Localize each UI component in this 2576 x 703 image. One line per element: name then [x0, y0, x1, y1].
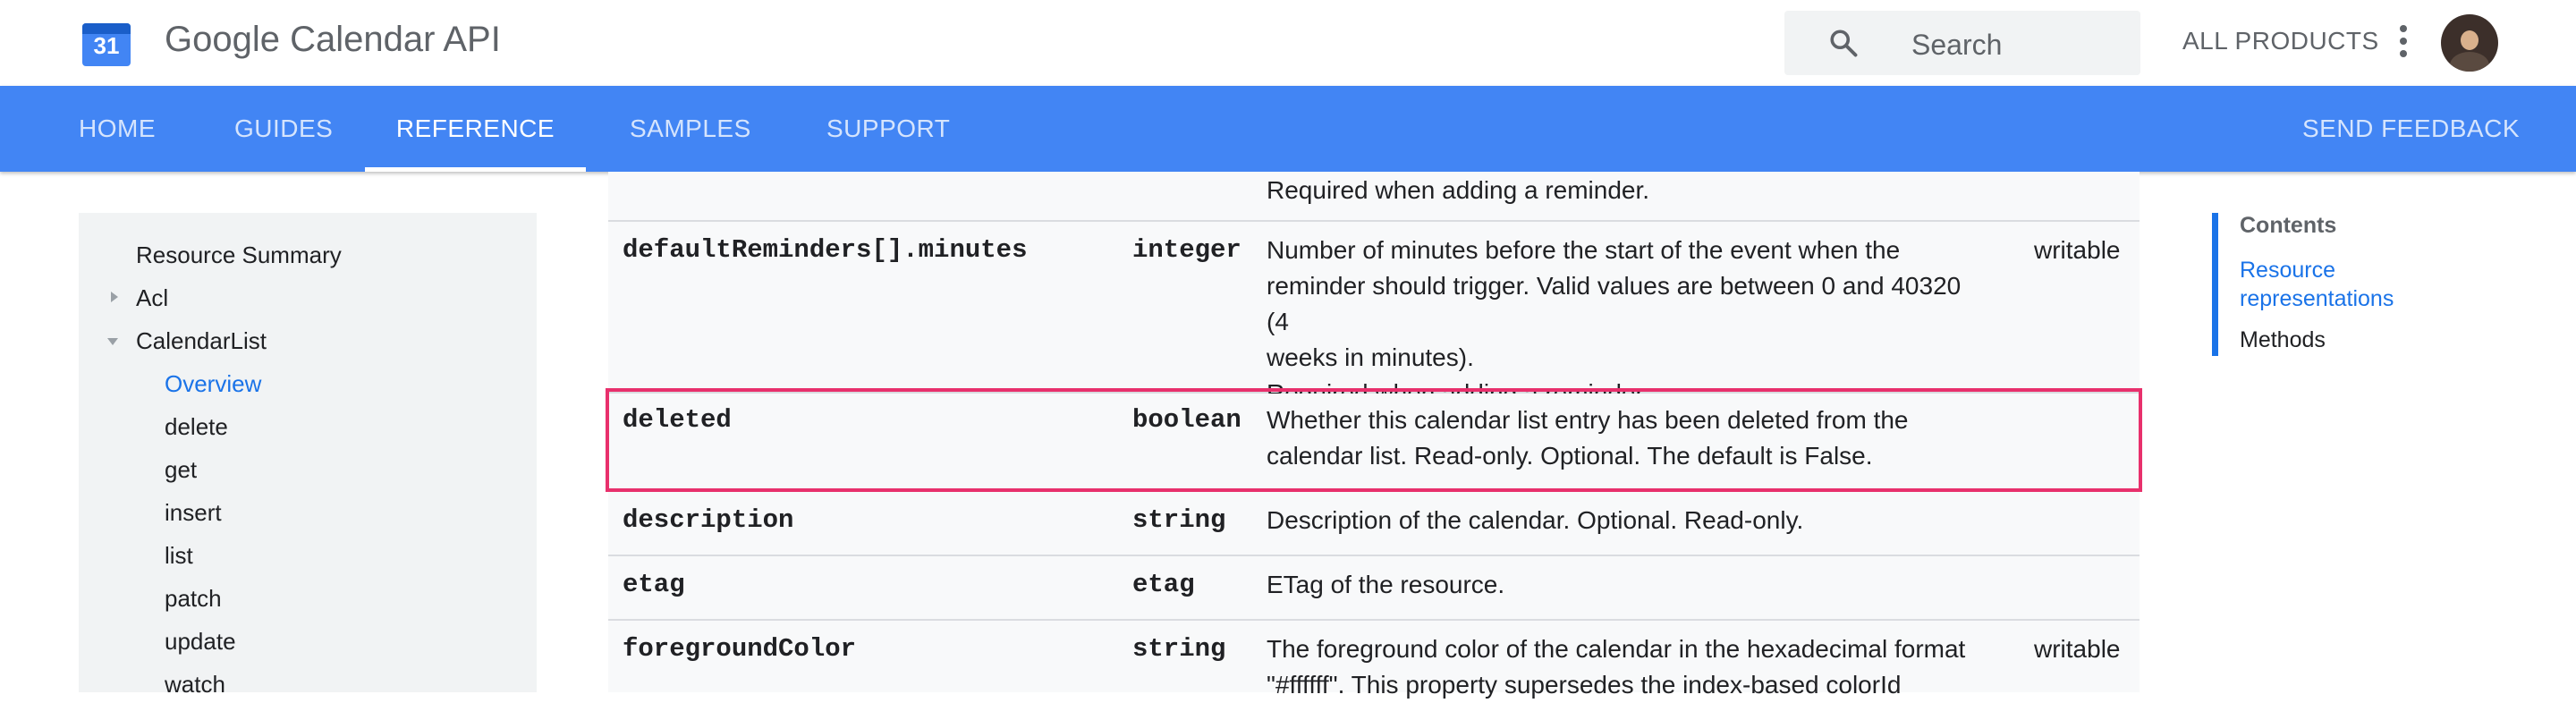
property-name-cell: etag	[623, 570, 685, 599]
sidebar-item-delete[interactable]: delete	[165, 413, 228, 441]
search-icon	[1830, 30, 1858, 57]
table-row: description string Description of the ca…	[608, 492, 2140, 556]
table-row: Required when adding a reminder.	[608, 172, 2140, 222]
toc-link-resource-representations[interactable]: Resource representations	[2240, 256, 2394, 313]
sidebar-item-list[interactable]: list	[165, 542, 193, 570]
search-placeholder: Search	[1911, 29, 2003, 61]
calendar-logo-number: 31	[93, 32, 120, 59]
sidebar-item-acl[interactable]: Acl	[136, 284, 168, 312]
tab-samples[interactable]: SAMPLES	[630, 86, 750, 172]
description-cell: The foreground color of the calendar in …	[1267, 635, 1966, 699]
sidebar-item-insert[interactable]: insert	[165, 499, 222, 527]
description-cell: Required when adding a reminder.	[1267, 176, 1650, 204]
tab-home[interactable]: HOME	[79, 86, 156, 172]
toc-indicator	[2212, 213, 2218, 356]
sidebar-item-calendarlist[interactable]: CalendarList	[136, 327, 267, 355]
tab-reference[interactable]: REFERENCE	[365, 86, 586, 172]
toc-heading: Contents	[2240, 213, 2337, 238]
table-row: etag etag ETag of the resource.	[608, 556, 2140, 621]
avatar[interactable]	[2441, 14, 2498, 72]
left-sidebar: Resource Summary Acl CalendarList Overvi…	[79, 213, 537, 698]
site-title[interactable]: Google Calendar API	[165, 20, 501, 60]
table-row: foregroundColor string The foreground co…	[608, 621, 2140, 699]
chevron-right-icon[interactable]	[111, 292, 118, 302]
description-cell: Number of minutes before the start of th…	[1267, 236, 1962, 407]
highlight-box	[606, 388, 2142, 492]
property-type-cell: string	[1132, 634, 1226, 664]
description-cell: Description of the calendar. Optional. R…	[1267, 506, 1804, 534]
notes-cell: writable	[2034, 236, 2121, 264]
search-input[interactable]: Search	[1784, 11, 2140, 75]
sidebar-item-overview[interactable]: Overview	[165, 370, 261, 398]
tab-support[interactable]: SUPPORT	[826, 86, 950, 172]
nav-bar: HOME GUIDES REFERENCE SAMPLES SUPPORT SE…	[0, 86, 2576, 172]
send-feedback-button[interactable]: SEND FEEDBACK	[2302, 86, 2520, 172]
property-type-cell: etag	[1132, 570, 1195, 599]
description-cell: ETag of the resource.	[1267, 571, 1505, 598]
tab-guides[interactable]: GUIDES	[234, 86, 333, 172]
sidebar-item-get[interactable]: get	[165, 456, 197, 484]
more-vert-icon[interactable]	[2397, 25, 2410, 61]
notes-cell: writable	[2034, 635, 2121, 663]
sidebar-item-watch[interactable]: watch	[165, 671, 225, 699]
all-products-button[interactable]: ALL PRODUCTS	[2182, 27, 2379, 55]
chevron-down-icon[interactable]	[107, 338, 118, 345]
property-name-cell: foregroundColor	[623, 634, 857, 664]
property-name-cell: defaultReminders[].minutes	[623, 235, 1028, 265]
property-type-cell: integer	[1132, 235, 1241, 265]
toc-link-methods[interactable]: Methods	[2240, 327, 2326, 353]
sidebar-item-patch[interactable]: patch	[165, 585, 222, 613]
sidebar-item-update[interactable]: update	[165, 628, 236, 656]
calendar-logo-icon[interactable]: 31	[82, 18, 131, 66]
top-bar: 31 Google Calendar API Search ALL PRODUC…	[0, 0, 2576, 86]
property-name-cell: description	[623, 505, 794, 535]
table-row: defaultReminders[].minutes integer Numbe…	[608, 222, 2140, 407]
property-type-cell: string	[1132, 505, 1226, 535]
sidebar-item-resource-summary[interactable]: Resource Summary	[136, 241, 342, 269]
